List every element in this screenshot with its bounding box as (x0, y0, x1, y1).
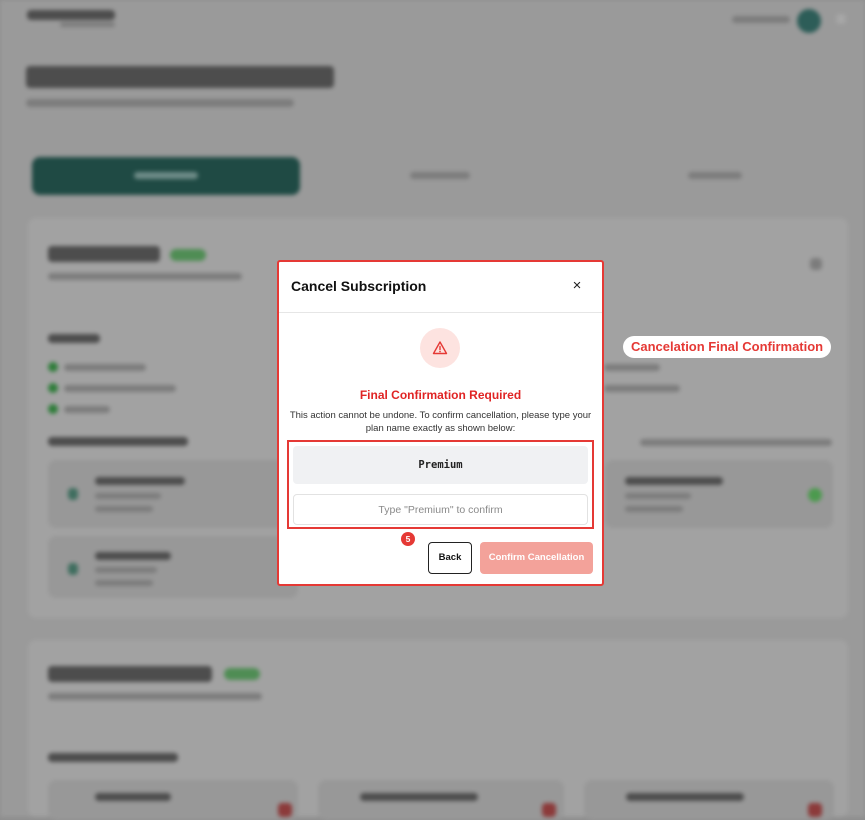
device-meta-placeholder (625, 506, 683, 512)
feature-3-placeholder (64, 406, 110, 413)
plan-status-badge (170, 249, 206, 261)
logo (27, 10, 115, 20)
back-button[interactable]: Back (428, 542, 472, 574)
confirmation-heading: Final Confirmation Required (359, 388, 522, 402)
annotation-label: Cancelation Final Confirmation (623, 336, 832, 358)
device-name-placeholder (626, 793, 744, 801)
device-meta-placeholder (95, 567, 157, 573)
plan-name-display: Premium (293, 446, 588, 484)
modal-title: Cancel Subscription (291, 278, 427, 294)
feature-check-icon (48, 383, 58, 393)
feature-right-2-placeholder (604, 385, 680, 392)
confirmation-input-group: Premium (287, 440, 594, 529)
warning-triangle-icon (432, 341, 448, 355)
non-camera-status-badge (224, 668, 260, 680)
non-camera-subtitle-placeholder (48, 693, 262, 700)
connected-devices-2-placeholder (48, 753, 178, 762)
close-icon[interactable]: × (568, 277, 586, 295)
feature-right-1-placeholder (604, 364, 660, 371)
device-icon (68, 563, 78, 575)
confirmation-description: This action cannot be undone. To confirm… (289, 410, 592, 434)
modal-header: Cancel Subscription × (279, 262, 602, 313)
menu-icon (836, 14, 846, 24)
feature-2-placeholder (64, 385, 176, 392)
confirm-cancellation-button[interactable]: Confirm Cancellation (480, 542, 593, 574)
connected-devices-heading-placeholder (48, 437, 188, 446)
device-meta-placeholder (625, 493, 691, 499)
tab-active-label (134, 172, 198, 179)
device-status-icon (808, 488, 822, 502)
devices-note-placeholder (640, 439, 832, 446)
page-subtitle-placeholder (26, 99, 294, 107)
avatar (797, 9, 821, 33)
device-card (48, 780, 298, 820)
device-alert-icon (808, 803, 822, 817)
non-camera-title-placeholder (48, 666, 212, 682)
device-meta-placeholder (95, 506, 153, 512)
plan-name-confirm-input[interactable] (293, 494, 588, 525)
device-name-placeholder (360, 793, 478, 801)
warning-icon-container (420, 328, 460, 368)
logo-subtext (60, 22, 115, 27)
device-card (48, 536, 298, 598)
features-heading-placeholder (48, 334, 100, 343)
tab-third-label (688, 172, 742, 179)
device-icon (68, 488, 78, 500)
plan-meta-placeholder (48, 273, 242, 280)
device-meta-placeholder (95, 580, 153, 586)
device-name-placeholder (625, 477, 723, 485)
device-name-placeholder (95, 552, 171, 560)
device-alert-icon (278, 803, 292, 817)
step-badge: 5 (401, 532, 415, 546)
page-title-placeholder (26, 66, 334, 88)
feature-check-icon (48, 362, 58, 372)
plan-menu-icon (810, 258, 822, 270)
device-alert-icon (542, 803, 556, 817)
device-meta-placeholder (95, 493, 161, 499)
device-name-placeholder (95, 793, 171, 801)
user-name-placeholder (732, 16, 790, 23)
plan-title-placeholder (48, 246, 160, 262)
feature-1-placeholder (64, 364, 146, 371)
feature-check-icon (48, 404, 58, 414)
cancel-subscription-modal: Cancel Subscription × Final Confirmation… (277, 260, 604, 586)
tab-second-label (410, 172, 470, 179)
device-card (48, 460, 298, 528)
device-name-placeholder (95, 477, 185, 485)
